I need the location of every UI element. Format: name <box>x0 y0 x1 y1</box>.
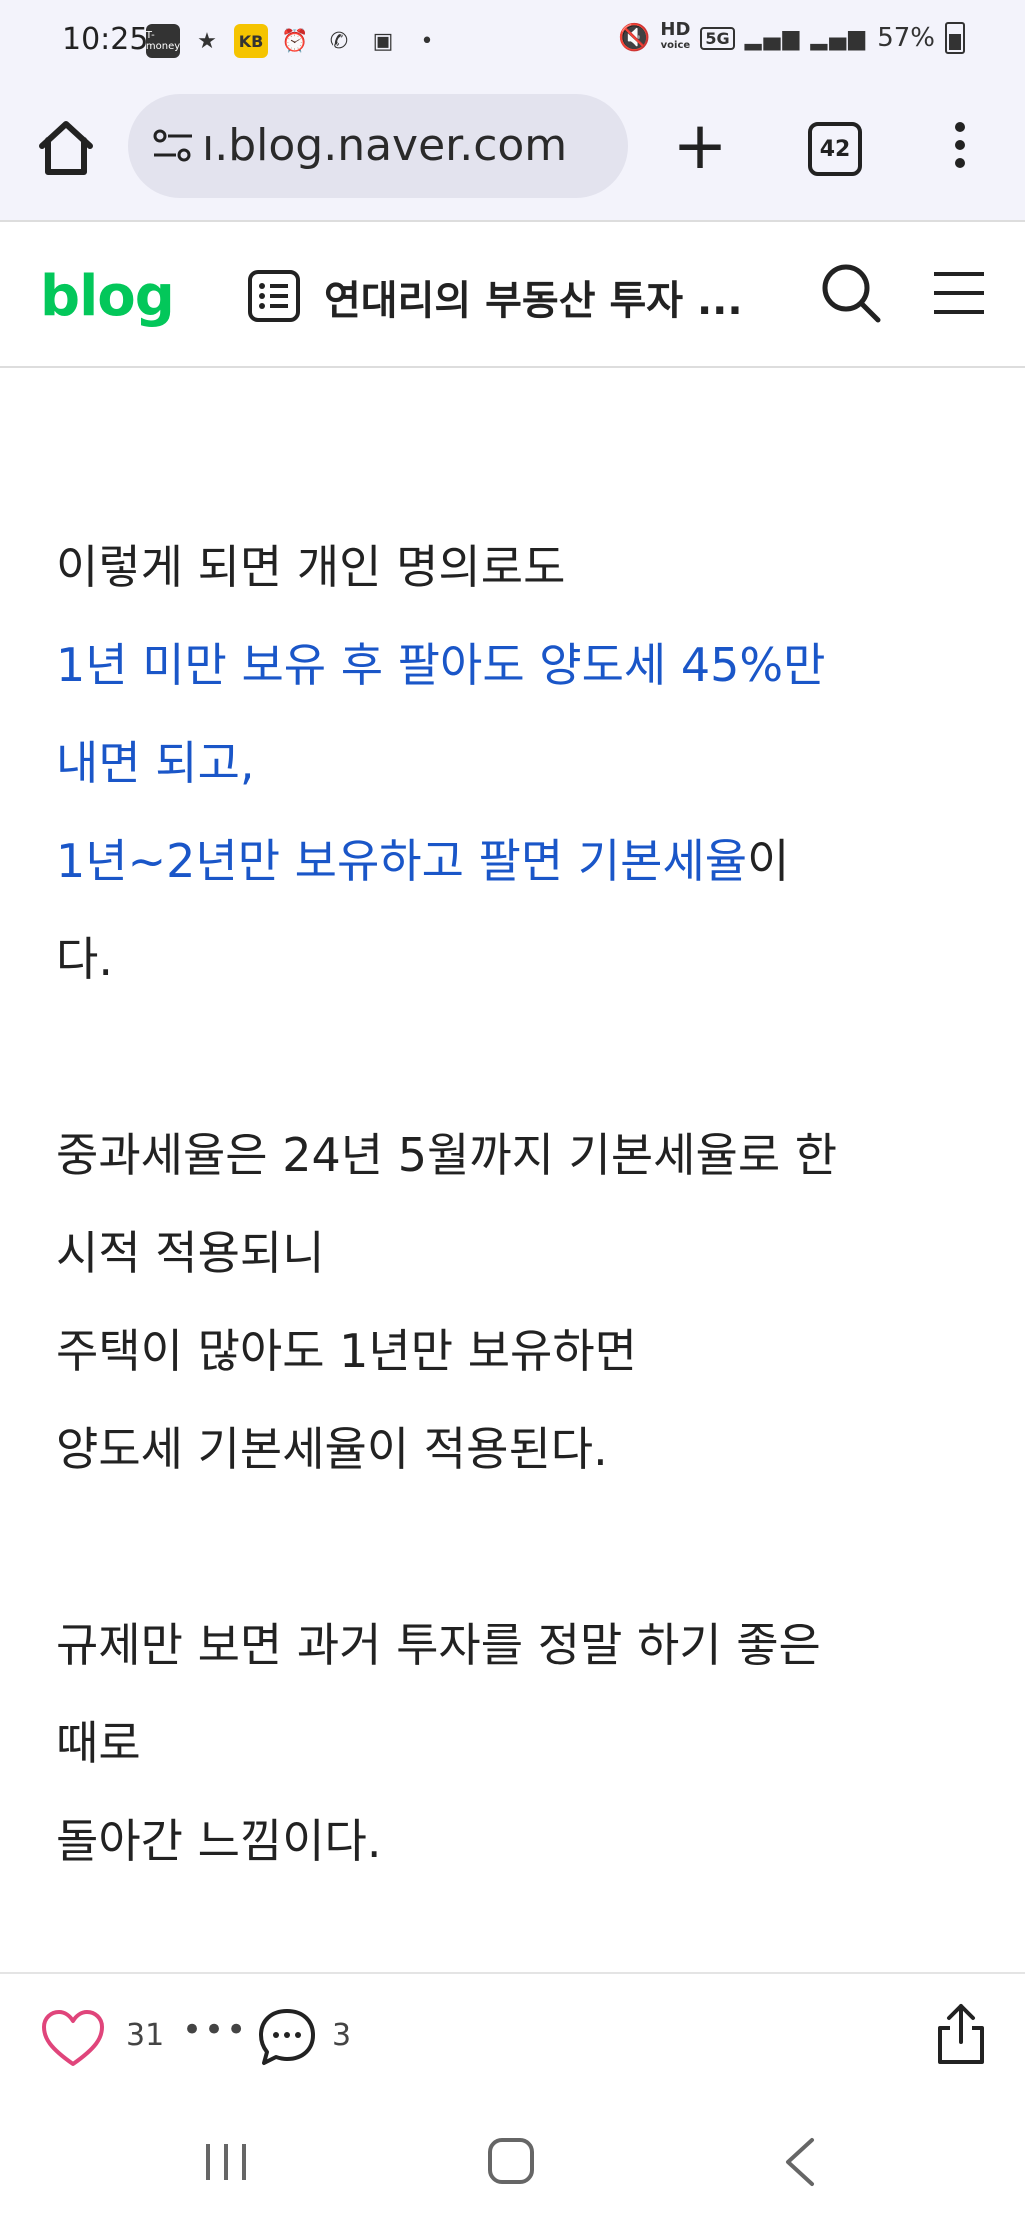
new-tab-button[interactable]: + <box>668 113 732 180</box>
nav-home-icon[interactable] <box>488 2138 534 2184</box>
highlight-text-line: 내면 되고, <box>56 736 255 790</box>
blog-header: blog 연대리의 부동산 투자 ... <box>0 220 1025 368</box>
system-nav-bar <box>0 2102 1025 2221</box>
voice-label: voice <box>660 40 691 51</box>
blog-logo[interactable]: blog <box>40 264 175 329</box>
post-action-bar: 31 ••• 3 <box>0 1972 1025 2104</box>
text-line: 때로 <box>56 1716 141 1770</box>
text-line: 중과세율은 24년 5월까지 기본세율로 한 <box>56 1128 838 1182</box>
battery-icon <box>945 22 965 54</box>
text-fragment: 이 <box>747 834 790 888</box>
more-notifications-dot-icon: • <box>420 28 434 54</box>
notification-icons: T-money ★ KB ⏰ ✆ ▣ • <box>146 24 444 58</box>
url-text[interactable]: ı.blog.naver.com <box>202 120 567 171</box>
text-line: 양도세 기본세율이 적용된다. <box>56 1422 608 1476</box>
network-type-badge: 5G <box>700 26 735 50</box>
comment-icon[interactable] <box>256 2006 318 2068</box>
highlight-text-line: 1년 미만 보유 후 팔아도 양도세 45%만 <box>56 638 826 692</box>
search-icon[interactable] <box>818 260 884 326</box>
like-count[interactable]: 31 <box>126 2018 164 2053</box>
mute-icon: 🔇 <box>618 23 651 53</box>
blog-title[interactable]: 연대리의 부동산 투자 ... <box>324 268 743 326</box>
star-icon: ★ <box>197 28 217 54</box>
post-list-icon[interactable] <box>246 268 302 324</box>
system-icons: 🔇 HD voice 5G ▂▄▆ ▂▄▆ 57% <box>618 19 965 54</box>
hd-label: HD <box>660 19 691 40</box>
tab-switcher-button[interactable]: 42 <box>808 122 862 176</box>
browser-toolbar: ı.blog.naver.com + 42 <box>0 88 1025 220</box>
heart-icon[interactable] <box>40 2008 106 2068</box>
text-line: 돌아간 느낌이다. <box>56 1814 382 1868</box>
alarm-icon: ⏰ <box>281 28 309 54</box>
highlight-text: 1년~2년만 보유하고 팔면 기본세율 <box>56 834 748 888</box>
more-options-button[interactable]: ••• <box>182 2010 248 2050</box>
recent-apps-icon[interactable] <box>202 2140 250 2184</box>
gallery-icon: ▣ <box>372 28 394 54</box>
battery-percent: 57% <box>877 23 935 53</box>
text-line: 1년~2년만 보유하고 팔면 기본세율이 <box>56 812 996 910</box>
back-icon[interactable] <box>780 2136 820 2188</box>
text-line: 다. <box>56 932 113 986</box>
text-line: 시적 적용되니 <box>56 1226 325 1280</box>
status-time: 10:25 <box>62 22 149 57</box>
phone-icon: ✆ <box>329 28 349 54</box>
status-bar: 10:25 T-money ★ KB ⏰ ✆ ▣ • 🔇 HD voice 5G… <box>0 0 1025 88</box>
home-icon[interactable] <box>34 116 98 180</box>
kb-bank-icon: KB <box>234 24 268 58</box>
site-settings-icon[interactable] <box>150 128 196 164</box>
text-line: 주택이 많아도 1년만 보유하면 <box>56 1324 637 1378</box>
text-line: 규제만 보면 과거 투자를 정말 하기 좋은 <box>56 1618 821 1672</box>
share-icon[interactable] <box>932 2002 990 2068</box>
hamburger-menu-icon[interactable] <box>932 266 986 320</box>
url-bar[interactable]: ı.blog.naver.com <box>128 94 628 198</box>
post-body: 이렇게 되면 개인 명의로도 1년 미만 보유 후 팔아도 양도세 45%만 내… <box>56 518 996 1890</box>
browser-menu-icon[interactable] <box>940 116 980 180</box>
tmoney-icon: T-money <box>146 24 180 58</box>
hd-voice-icon: HD voice <box>660 19 691 54</box>
comment-count[interactable]: 3 <box>332 2018 351 2053</box>
text-line: 이렇게 되면 개인 명의로도 <box>56 540 566 594</box>
signal-icon: ▂▄▆ ▂▄▆ <box>744 25 868 51</box>
